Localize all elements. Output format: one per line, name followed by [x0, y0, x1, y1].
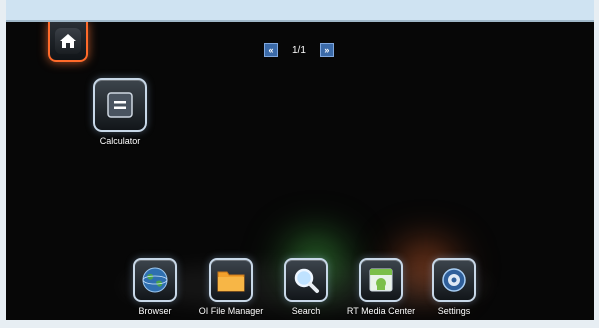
frame-bottom	[0, 320, 599, 328]
top-bar	[0, 0, 599, 22]
prev-page-button[interactable]: «	[264, 43, 278, 57]
dock-item-browser[interactable]: Browser	[127, 258, 183, 316]
dock-item-file-manager[interactable]: OI File Manager	[186, 258, 276, 316]
folder-icon	[209, 258, 253, 302]
dock-label: Browser	[138, 306, 172, 316]
app-label: Calculator	[99, 136, 141, 146]
app-calculator[interactable]: Calculator	[78, 78, 162, 146]
dock-item-settings[interactable]: Settings	[426, 258, 482, 316]
magnifier-icon	[284, 258, 328, 302]
dock-label: Search	[291, 306, 321, 316]
gear-icon	[432, 258, 476, 302]
pager: « 1/1 »	[264, 43, 334, 57]
dock-item-rt-media-center[interactable]: RT Media Center	[341, 258, 421, 316]
dock-label: RT Media Center	[346, 306, 416, 316]
android-media-icon	[359, 258, 403, 302]
next-page-button[interactable]: »	[319, 43, 334, 57]
screen: « 1/1 » Calculator Browser OI File Manag…	[0, 0, 599, 328]
dock-label: Settings	[437, 306, 471, 316]
page-indicator: 1/1	[292, 44, 306, 56]
frame-right	[594, 0, 599, 328]
calculator-icon	[93, 78, 147, 132]
globe-icon	[133, 258, 177, 302]
launcher-area: « 1/1 » Calculator Browser OI File Manag…	[6, 22, 594, 320]
home-button[interactable]	[48, 22, 88, 62]
home-icon	[55, 28, 81, 54]
dock-label: OI File Manager	[198, 306, 264, 316]
dock-item-search[interactable]: Search	[278, 258, 334, 316]
